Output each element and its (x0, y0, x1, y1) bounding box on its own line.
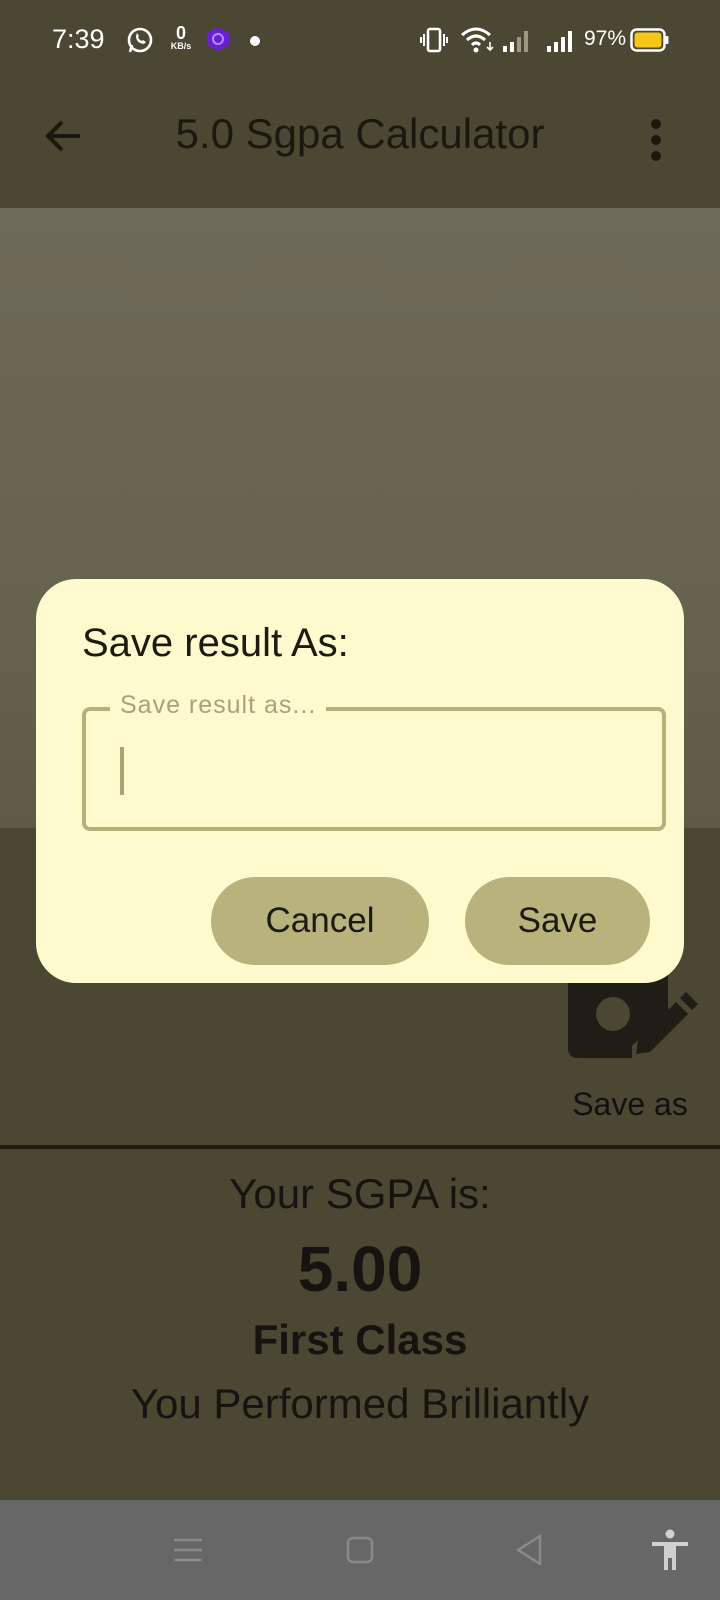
text-cursor (120, 747, 124, 795)
app-notification-icon (207, 27, 229, 51)
save-result-field[interactable]: Save result as... (82, 691, 666, 831)
status-time: 7:39 (52, 24, 105, 54)
more-options-button[interactable] (636, 110, 676, 170)
menu-icon[interactable] (168, 1530, 208, 1570)
app-bar: 5.0 Sgpa Calculator (0, 80, 720, 208)
back-icon[interactable] (510, 1530, 550, 1570)
cancel-button[interactable]: Cancel (211, 877, 429, 965)
divider (0, 1145, 720, 1149)
accessibility-icon[interactable] (648, 1528, 692, 1572)
sgpa-label: Your SGPA is: (229, 1170, 491, 1217)
status-bar: 7:39 0 KB/s 97% (0, 0, 720, 80)
signal-weak-icon (503, 31, 528, 52)
more-vert-icon (651, 119, 661, 161)
save-button[interactable]: Save (465, 877, 650, 965)
save-result-input[interactable] (116, 747, 616, 797)
net-speed-icon: 0 KB/s (170, 23, 192, 51)
performance-message: You Performed Brilliantly (130, 1380, 590, 1427)
dot-icon (250, 36, 260, 46)
whatsapp-icon (127, 27, 153, 53)
result-section: Your SGPA is: 5.00 First Class You Perfo… (0, 1150, 720, 1500)
signal-icon (547, 31, 572, 52)
class-label: First Class (252, 1316, 468, 1363)
home-icon[interactable] (340, 1530, 380, 1570)
wifi-icon (461, 27, 494, 53)
vibrate-icon (420, 27, 448, 53)
dialog-title: Save result As: (82, 621, 349, 665)
sgpa-value: 5.00 (297, 1233, 423, 1305)
battery-icon (630, 28, 669, 52)
field-label: Save result as... (110, 691, 327, 720)
battery-percent: 97% (584, 27, 627, 50)
save-as-label[interactable]: Save as (540, 1086, 720, 1123)
navigation-bar (0, 1500, 720, 1600)
page-title: 5.0 Sgpa Calculator (175, 110, 545, 157)
save-result-dialog: Save result As: Save result as... Cancel… (36, 579, 684, 983)
